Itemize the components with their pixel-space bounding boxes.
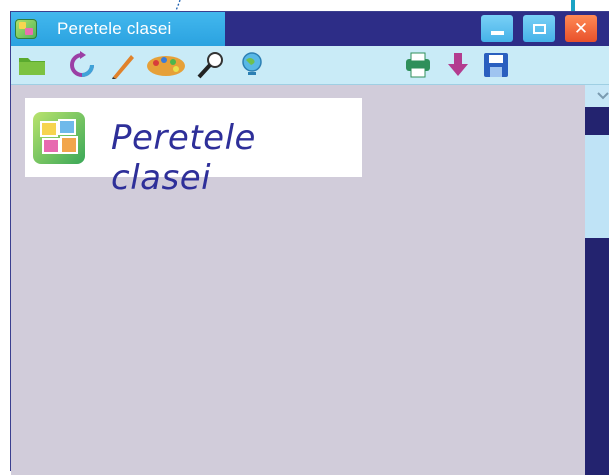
app-logo-icon — [15, 19, 37, 39]
minimize-icon — [490, 30, 504, 35]
maximize-button[interactable] — [523, 15, 555, 42]
globe-icon[interactable] — [237, 51, 267, 79]
download-icon[interactable] — [443, 51, 473, 79]
magnifier-icon[interactable] — [195, 51, 225, 79]
pencil-icon[interactable] — [109, 51, 139, 79]
minimize-button[interactable] — [481, 15, 513, 42]
vertical-scrollbar[interactable] — [585, 85, 609, 475]
close-icon: ✕ — [573, 18, 589, 39]
chevron-down-icon — [597, 92, 609, 100]
title-tab: Peretele clasei — [11, 12, 225, 46]
scroll-up-button[interactable] — [585, 85, 609, 107]
logo-title: Peretele clasei — [111, 118, 256, 198]
app-window: Peretele clasei ✕ Peretele clasei — [10, 11, 609, 475]
save-icon[interactable] — [481, 51, 511, 79]
close-button[interactable]: ✕ — [565, 15, 597, 42]
app-logo-image — [33, 112, 85, 164]
refresh-icon[interactable] — [67, 51, 97, 79]
app-logo-banner: Peretele clasei — [25, 98, 362, 198]
folder-icon[interactable] — [17, 51, 47, 79]
maximize-icon — [532, 23, 546, 34]
window-title: Peretele clasei — [57, 19, 172, 38]
palette-icon[interactable] — [145, 51, 187, 79]
photo-collage-icon — [40, 119, 78, 154]
toolbar — [11, 46, 609, 85]
title-bar: Peretele clasei ✕ — [11, 12, 609, 46]
scroll-thumb[interactable] — [585, 135, 609, 238]
canvas-area[interactable]: Peretele clasei — [11, 85, 586, 475]
printer-icon[interactable] — [403, 51, 433, 79]
